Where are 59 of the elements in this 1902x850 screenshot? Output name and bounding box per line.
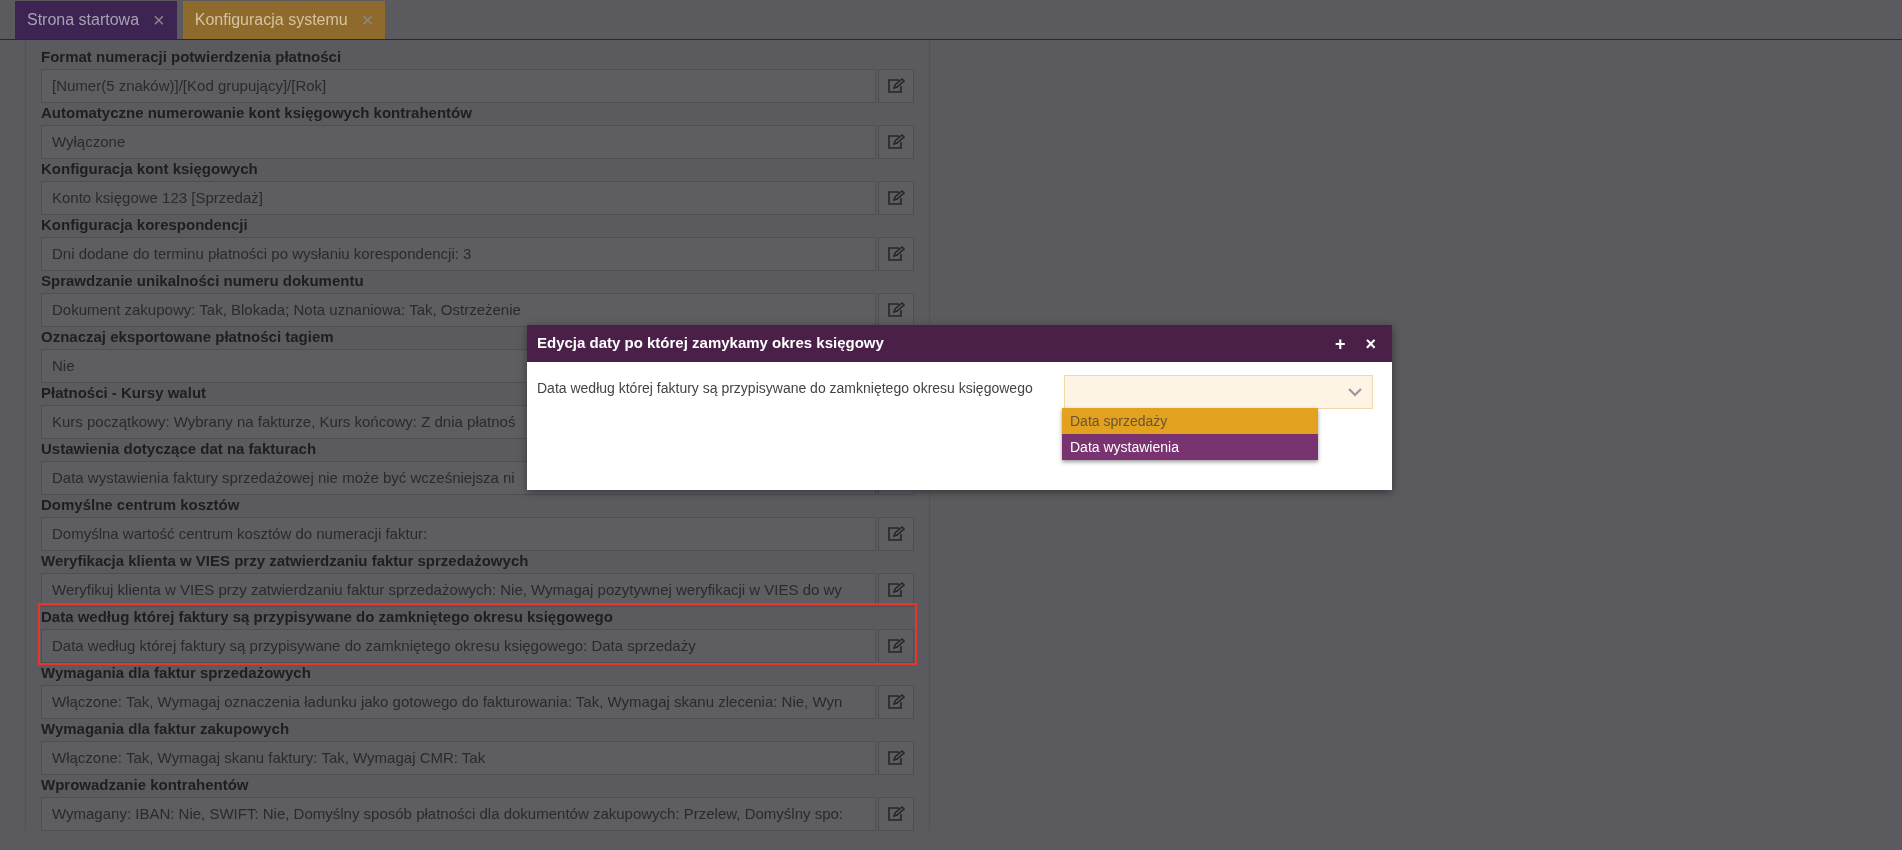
setting-field[interactable]: Włączone: Tak, Wymagaj skanu faktury: Tak, Wymagaj CMR: Tak xyxy=(41,740,876,775)
add-button[interactable]: + xyxy=(1328,334,1352,353)
tab-label: Konfiguracja systemu xyxy=(194,10,348,30)
tab[interactable]: Strona startowa × xyxy=(15,1,177,39)
edit-button[interactable] xyxy=(878,236,914,271)
setting-label: Wymagania dla faktur zakupowych xyxy=(41,719,290,739)
edit-button[interactable] xyxy=(878,684,914,719)
edit-icon xyxy=(887,805,905,822)
setting-label: Płatności - Kursy walut xyxy=(41,383,207,403)
setting-field[interactable]: Włączone: Tak, Wymagaj oznaczenia ładunku jako gotowego do fakturowania: Tak, Wymagaj skanu zlecenia: Nie, Wyn xyxy=(41,684,876,719)
edit-button[interactable] xyxy=(878,292,914,327)
setting-field[interactable]: Konto księgowe 123 [Sprzedaż] xyxy=(41,180,876,215)
edit-icon xyxy=(887,581,905,598)
close-button[interactable]: × xyxy=(1359,334,1382,353)
dropdown-option[interactable]: Data sprzedaży xyxy=(1062,408,1318,434)
edit-button[interactable] xyxy=(878,68,914,103)
edit-button[interactable] xyxy=(878,572,914,607)
setting-field[interactable]: Dokument zakupowy: Tak, Blokada; Nota uznaniowa: Tak, Ostrzeżenie xyxy=(41,292,876,327)
edit-icon xyxy=(887,301,905,318)
edit-button[interactable] xyxy=(878,740,914,775)
setting-field[interactable]: Wyłączone xyxy=(41,124,876,159)
edit-button[interactable] xyxy=(878,516,914,551)
setting-label: Format numeracji potwierdzenia płatności xyxy=(41,47,342,67)
edit-icon xyxy=(887,637,905,654)
setting-field[interactable]: [Numer(5 znaków)]/[Kod grupujący]/[Rok] xyxy=(41,68,876,103)
close-button[interactable]: × xyxy=(361,10,374,30)
edit-button[interactable] xyxy=(878,180,914,215)
setting-field[interactable]: Dni dodane do terminu płatności po wysłaniu korespondencji: 3 xyxy=(41,236,876,271)
setting-label: Sprawdzanie unikalności numeru dokumentu xyxy=(41,271,364,291)
tab-label: Strona startowa xyxy=(27,10,140,30)
edit-icon xyxy=(887,245,905,262)
setting-label: Automatyczne numerowanie kont księgowych kontrahentów xyxy=(41,103,472,123)
setting-label: Wprowadzanie kontrahentów xyxy=(41,775,249,795)
setting-label: Oznaczaj eksportowane płatności tagiem xyxy=(41,327,334,347)
setting-label: Konfiguracja kont księgowych xyxy=(41,159,258,179)
tab[interactable]: Konfiguracja systemu × xyxy=(182,1,386,39)
dropdown-option[interactable]: Data wystawienia xyxy=(1062,434,1318,460)
setting-field[interactable]: Weryfikuj klienta w VIES przy zatwierdzaniu faktur sprzedażowych: Nie, Wymagaj pozytywnej weryfikacji w VIES do wy xyxy=(41,572,876,607)
setting-field[interactable]: Data według której faktury są przypisywane do zamkniętego okresu księgowego: Data sprzedaży xyxy=(41,628,876,663)
setting-label: Ustawienia dotyczące dat na fakturach xyxy=(41,439,317,459)
edit-button[interactable] xyxy=(878,628,914,663)
close-button[interactable]: × xyxy=(153,10,165,30)
setting-label: Weryfikacja klienta w VIES przy zatwierdzaniu faktur sprzedażowych xyxy=(41,551,529,571)
setting-label: Wymagania dla faktur sprzedażowych xyxy=(41,663,311,683)
edit-button[interactable] xyxy=(878,796,914,831)
edit-icon xyxy=(887,77,905,94)
chevron-down-icon xyxy=(1348,388,1362,397)
edit-icon xyxy=(887,189,905,206)
edit-icon xyxy=(887,693,905,710)
edit-icon xyxy=(887,525,905,542)
setting-field[interactable]: Domyślna wartość centrum kosztów do numeracji faktur: xyxy=(41,516,876,551)
setting-label: Data według której faktury są przypisywane do zamkniętego okresu księgowego xyxy=(41,607,613,627)
setting-field[interactable]: Wymagany: IBAN: Nie, SWIFT: Nie, Domyślny sposób płatności dla dokumentów zakupowych: Przelew, Domyślny spo: xyxy=(41,796,876,831)
setting-label: Domyślne centrum kosztów xyxy=(41,495,240,515)
edit-icon xyxy=(887,749,905,766)
edit-icon xyxy=(887,133,905,150)
setting-label: Konfiguracja korespondencji xyxy=(41,215,248,235)
edit-button[interactable] xyxy=(878,124,914,159)
date-select[interactable] xyxy=(1064,375,1373,409)
